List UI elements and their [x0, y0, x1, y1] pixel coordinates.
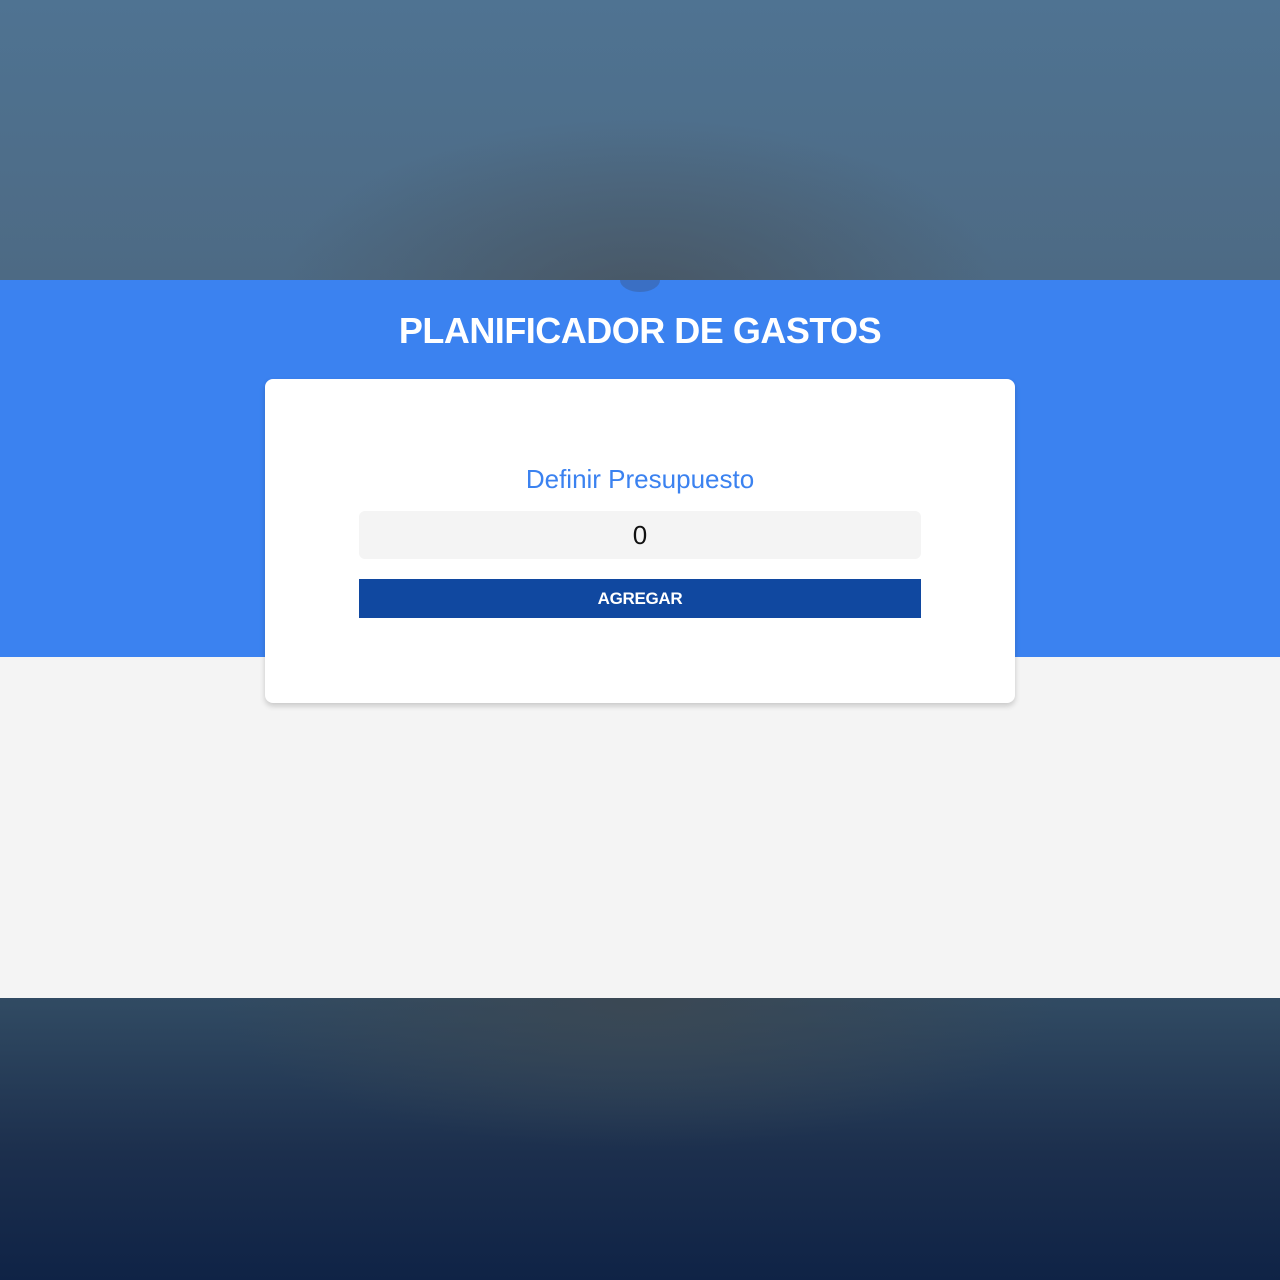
budget-label: Definir Presupuesto: [525, 464, 755, 494]
budget-input[interactable]: [359, 511, 921, 559]
header-notch: [620, 280, 660, 292]
budget-form: Definir Presupuesto AGREGAR: [359, 459, 921, 618]
page-title: PLANIFICADOR DE GASTOS: [398, 310, 882, 351]
budget-card: Definir Presupuesto AGREGAR: [265, 379, 1015, 703]
backdrop-bottom: [0, 998, 1280, 1280]
backdrop-top: [0, 0, 1280, 280]
app-viewport: PLANIFICADOR DE GASTOS Definir Presupues…: [0, 280, 1280, 998]
add-button[interactable]: AGREGAR: [359, 579, 921, 618]
